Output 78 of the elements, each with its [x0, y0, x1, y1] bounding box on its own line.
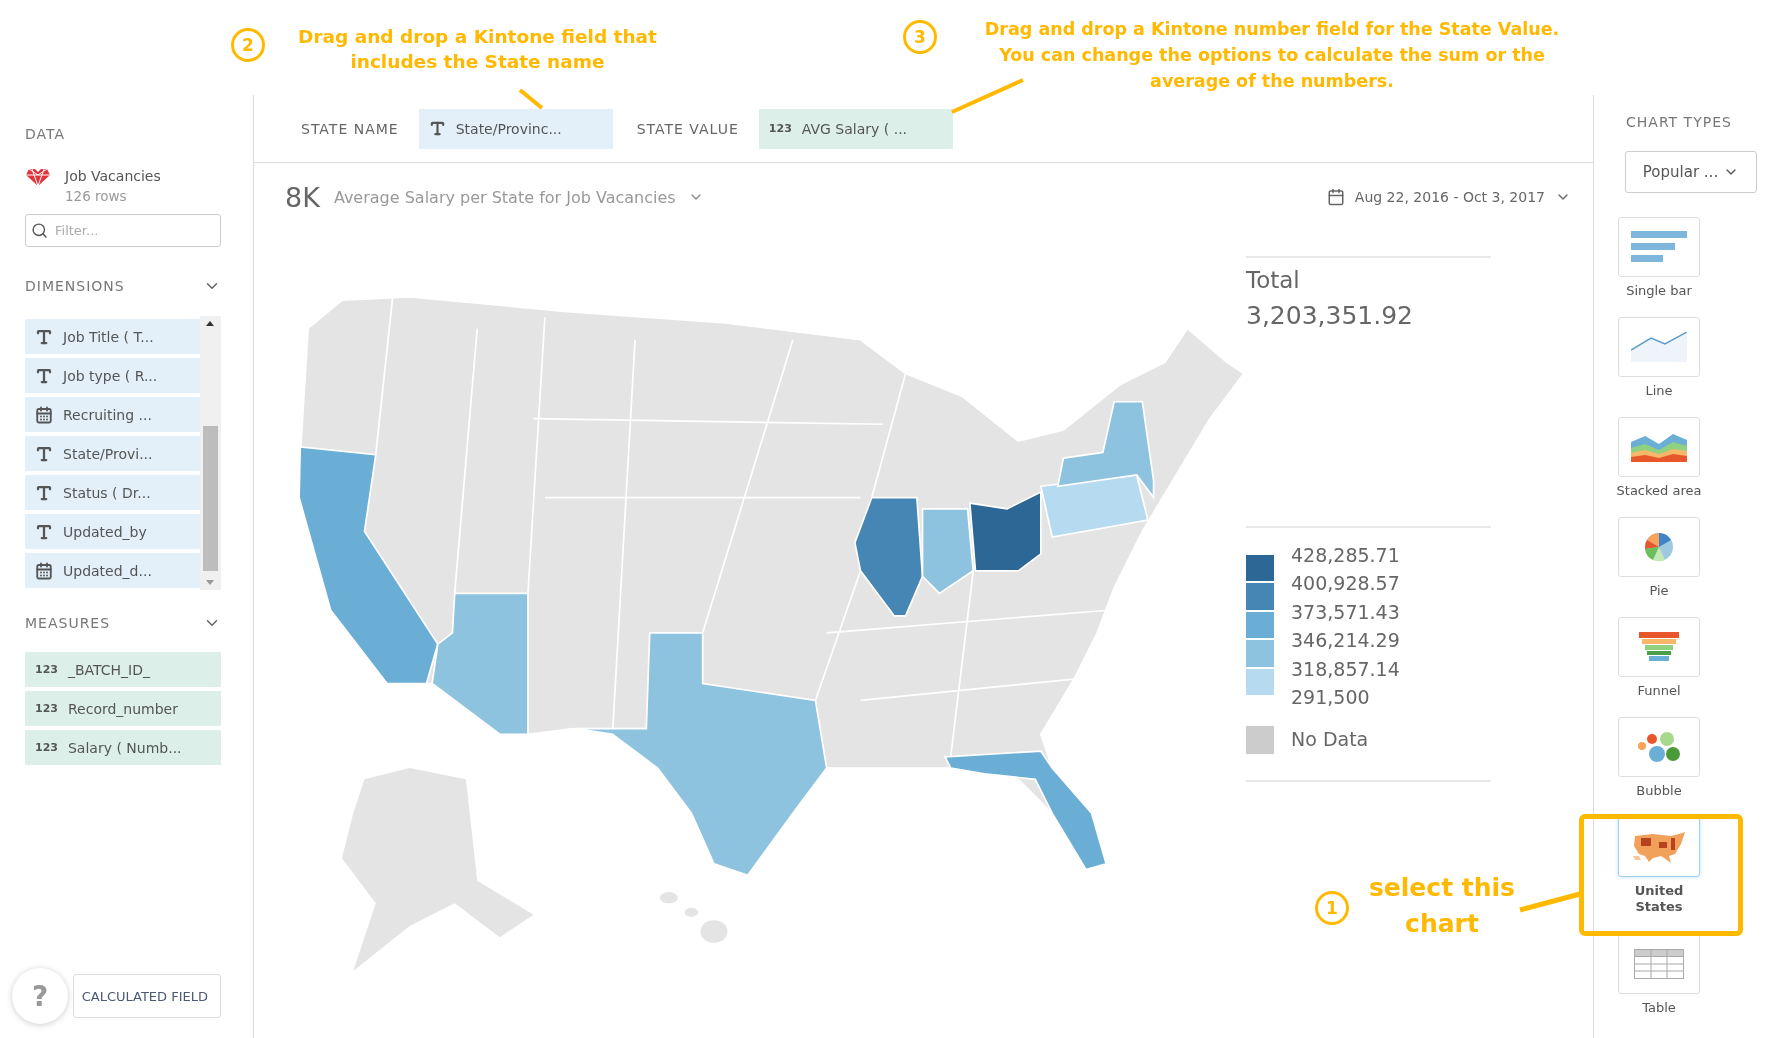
step-number: 1: [1315, 891, 1349, 925]
measures-heading: MEASURES: [25, 615, 111, 631]
chart-type-label: Funnel: [1637, 683, 1681, 698]
chart-type-tile[interactable]: [1618, 317, 1700, 377]
leader-line: [1518, 892, 1582, 912]
chart-type-label: Bubble: [1636, 783, 1682, 798]
scrollbar[interactable]: [200, 316, 221, 590]
measure-field[interactable]: 123 _BATCH_ID_: [25, 652, 221, 687]
leader-line: [518, 88, 544, 110]
state-name-field[interactable]: State/Provinc...: [418, 108, 613, 149]
legend-label: No Data: [1291, 727, 1369, 753]
text-type-icon: [35, 327, 53, 346]
legend-value: 400,928.57: [1291, 571, 1400, 597]
date-range[interactable]: Aug 22, 2016 - Oct 3, 2017: [1354, 189, 1545, 205]
dimension-field[interactable]: Status ( Dr...: [25, 475, 200, 510]
state-name-label: STATE NAME: [301, 120, 399, 137]
chart-type-label: Single bar: [1626, 283, 1692, 298]
chart-type-label: Pie: [1649, 583, 1669, 598]
area-chart-icon: [1631, 432, 1687, 462]
legend-value: 318,857.14: [1291, 656, 1400, 682]
chart-category-dropdown[interactable]: Popular ...: [1625, 151, 1757, 193]
dimension-field[interactable]: Job Title ( T...: [25, 319, 200, 354]
chart-type-tile[interactable]: [1618, 617, 1700, 677]
text-type-icon: [35, 522, 53, 541]
dimension-field[interactable]: State/Provi...: [25, 436, 200, 471]
chart-type-label: Line: [1645, 383, 1673, 398]
dimensions-heading: DIMENSIONS: [25, 278, 125, 294]
state-value-label: STATE VALUE: [636, 120, 739, 137]
dimension-field[interactable]: Recruiting ...: [25, 397, 200, 432]
row-count: 126 rows: [65, 188, 128, 204]
chart-type-label: Stacked area: [1616, 483, 1702, 498]
step-number: 3: [903, 20, 937, 54]
us-map-icon: [1631, 830, 1687, 864]
bubble-chart-icon: [1637, 731, 1681, 763]
step-number: 2: [231, 28, 265, 62]
state-value-field[interactable]: 123 AVG Salary ( ...: [758, 108, 953, 149]
bar-chart-icon: [1631, 231, 1687, 263]
text-type-icon: [428, 120, 446, 137]
chart-types-heading: CHART TYPES: [1625, 114, 1733, 130]
chart-type-label: United States: [1633, 883, 1685, 915]
legend-value: 373,571.43: [1291, 599, 1400, 625]
chart-size: 8K: [285, 181, 320, 213]
chart-type-tile[interactable]: [1618, 517, 1700, 577]
legend-value: 428,285.71: [1291, 543, 1400, 568]
annotation-text: select this chart: [1367, 872, 1516, 940]
dimension-field[interactable]: Updated_by: [25, 514, 200, 549]
chart-type-tile[interactable]: [1618, 817, 1700, 877]
search-icon: [31, 222, 48, 239]
text-type-icon: [35, 483, 53, 502]
calendar-icon: [35, 561, 53, 580]
measure-field[interactable]: 123 Salary ( Numb...: [25, 730, 221, 765]
dataset-name[interactable]: Job Vacancies: [65, 168, 161, 184]
funnel-chart-icon: [1639, 632, 1679, 662]
calculated-field-button[interactable]: CALCULATED FIELD: [73, 974, 221, 1018]
text-type-icon: [35, 444, 53, 463]
pie-chart-icon: [1644, 532, 1674, 562]
legend-value: 346,214.29: [1291, 628, 1400, 654]
filter-field[interactable]: Filter...: [25, 214, 221, 247]
chart-type-tile[interactable]: [1618, 217, 1700, 277]
line-chart-icon: [1631, 332, 1687, 362]
text-type-icon: [35, 366, 53, 385]
total-value: 3,203,351.92: [1246, 301, 1414, 330]
chart-type-tile[interactable]: [1618, 717, 1700, 777]
calendar-icon: [35, 405, 53, 424]
chart-type-label: Table: [1642, 1000, 1676, 1015]
data-heading: DATA: [25, 126, 66, 142]
calendar-icon: [1326, 188, 1345, 206]
table-icon: [1634, 949, 1684, 979]
dimension-field[interactable]: Updated_d...: [25, 553, 200, 588]
annotation-text: Drag and drop a Kintone field that includes the State name: [297, 25, 658, 74]
chart-type-tile[interactable]: [1618, 934, 1700, 994]
dataset-icon: [25, 168, 51, 186]
total-label: Total: [1246, 267, 1301, 293]
chart-type-tile[interactable]: [1618, 417, 1700, 477]
measure-field[interactable]: 123 Record_number: [25, 691, 221, 726]
dimension-field[interactable]: Job type ( R...: [25, 358, 200, 393]
legend-value: 291,500: [1291, 685, 1371, 711]
annotation-text: Drag and drop a Kintone number field for the State Value. You can change the options to calculate the sum or the average of the numbers.: [983, 18, 1561, 93]
